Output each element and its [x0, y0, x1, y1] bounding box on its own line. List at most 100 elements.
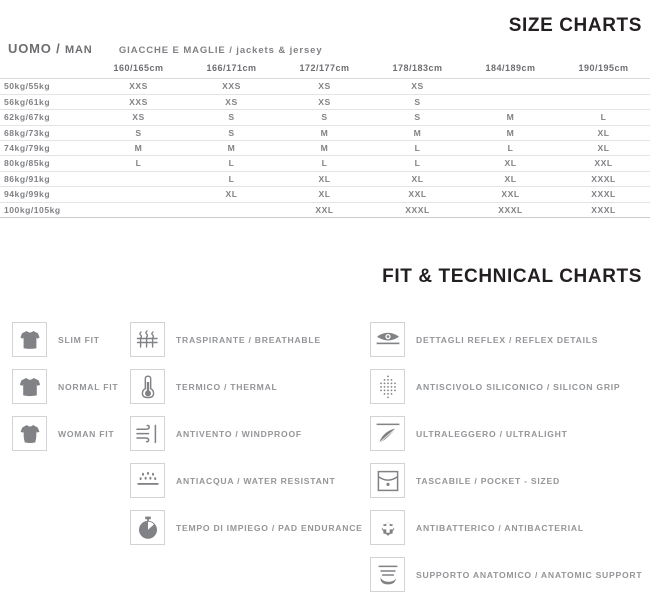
size-table-head: 160/165cm 166/171cm 172/177cm 178/183cm … [0, 61, 650, 80]
anatomic-support-icon [370, 557, 405, 592]
size-cell: S [371, 94, 464, 111]
size-cell: XL [278, 171, 371, 188]
height-column-header: 172/177cm [278, 61, 371, 80]
size-chart-table: 160/165cm 166/171cm 172/177cm 178/183cm … [0, 61, 650, 219]
height-column-header: 190/195cm [557, 61, 650, 80]
size-cell: XXXL [557, 171, 650, 188]
size-cell: XS [92, 109, 185, 126]
category-italian: UOMO [8, 41, 52, 56]
tech-item-label: ANTISCIVOLO SILICONICO / SILICON GRIP [416, 381, 621, 392]
table-row: 56kg/61kg XXS XS XS S [0, 94, 650, 111]
table-row: 68kg/73kg S S M M M XL [0, 125, 650, 142]
size-cell: XXS [185, 78, 278, 95]
size-cell: L [185, 171, 278, 188]
height-column-header: 184/189cm [464, 61, 557, 80]
water-resistant-icon [130, 463, 165, 498]
feather-icon [370, 416, 405, 451]
size-cell: L [371, 155, 464, 172]
table-row: 86kg/91kg L XL XL XL XXXL [0, 171, 650, 188]
size-cell [557, 94, 650, 111]
size-cell: XL [278, 186, 371, 203]
size-charts-title: SIZE CHARTS [508, 15, 642, 36]
size-cell: XXL [278, 202, 371, 219]
size-cell: L [557, 109, 650, 126]
tech-item-label: ANTIBATTERICO / ANTIBACTERIAL [416, 522, 584, 533]
weight-cell: 80kg/85kg [0, 155, 92, 172]
table-row: 74kg/79kg M M M L L XL [0, 140, 650, 157]
table-row: 50kg/55kg XXS XXS XS XS [0, 78, 650, 95]
tech-item-label: TASCABILE / POCKET - SIZED [416, 475, 560, 486]
size-cell: S [185, 109, 278, 126]
size-cell: M [278, 125, 371, 142]
size-chart-page: SIZE CHARTS UOMO / MAN GIACCHE E MAGLIE … [0, 0, 650, 614]
fit-technical-charts-title: FIT & TECHNICAL CHARTS [382, 266, 642, 287]
size-table-header-row: 160/165cm 166/171cm 172/177cm 178/183cm … [0, 61, 650, 80]
size-cell: XL [371, 171, 464, 188]
size-cell: L [185, 155, 278, 172]
size-cell: L [92, 155, 185, 172]
weight-cell: 74kg/79kg [0, 140, 92, 157]
tshirt-woman-icon [12, 416, 47, 451]
fit-item-normal: NORMAL FIT [12, 369, 118, 404]
weight-cell: 68kg/73kg [0, 125, 92, 142]
tshirt-slim-icon [12, 322, 47, 357]
category-separator: / [56, 41, 61, 56]
size-cell [464, 78, 557, 95]
fit-item-label: SLIM FIT [58, 334, 100, 345]
size-table-body: 50kg/55kg XXS XXS XS XS 56kg/61kg XXS XS… [0, 78, 650, 219]
tech-item-label: TEMPO DI IMPIEGO / PAD ENDURANCE [176, 522, 363, 533]
fit-item-woman: WOMAN FIT [12, 416, 114, 451]
tech-item-windproof: ANTIVENTO / WINDPROOF [130, 416, 302, 451]
size-cell: M [464, 125, 557, 142]
size-cell: M [371, 125, 464, 142]
weight-column-header [0, 61, 92, 80]
size-cell: XXXL [557, 202, 650, 219]
size-cell [557, 78, 650, 95]
size-cell [92, 171, 185, 188]
table-row: 94kg/99kg XL XL XXL XXL XXXL [0, 186, 650, 203]
size-cell: XS [278, 94, 371, 111]
size-cell [185, 202, 278, 219]
weight-cell: 56kg/61kg [0, 94, 92, 111]
size-cell: S [185, 125, 278, 142]
size-cell: M [92, 140, 185, 157]
stopwatch-icon [130, 510, 165, 545]
tech-item-antibacterial: ANTIBATTERICO / ANTIBACTERIAL [370, 510, 584, 545]
weight-cell: 100kg/105kg [0, 202, 92, 219]
size-cell: S [92, 125, 185, 142]
tech-item-reflex: DETTAGLI REFLEX / REFLEX DETAILS [370, 322, 598, 357]
size-cell: XS [185, 94, 278, 111]
tech-item-water-resistant: ANTIACQUA / WATER RESISTANT [130, 463, 336, 498]
tech-item-label: DETTAGLI REFLEX / REFLEX DETAILS [416, 334, 599, 345]
size-cell: XL [185, 186, 278, 203]
table-row: 62kg/67kg XS S S S M L [0, 109, 650, 126]
antibacterial-icon [370, 510, 405, 545]
size-cell: M [278, 140, 371, 157]
size-cell: XL [557, 140, 650, 157]
size-cell: S [371, 109, 464, 126]
size-cell: L [464, 140, 557, 157]
silicon-grip-icon [370, 369, 405, 404]
tech-item-anatomic-support: SUPPORTO ANATOMICO / ANATOMIC SUPPORT [370, 557, 642, 592]
size-cell: XL [464, 171, 557, 188]
pocket-icon [370, 463, 405, 498]
tech-item-breathable: TRASPIRANTE / BREATHABLE [130, 322, 321, 357]
fit-item-label: WOMAN FIT [58, 428, 115, 439]
fit-item-slim: SLIM FIT [12, 322, 100, 357]
size-cell: XXL [371, 186, 464, 203]
tech-item-label: ULTRALEGGERO / ULTRALIGHT [416, 428, 568, 439]
category-english: MAN [64, 44, 93, 56]
size-cell: M [464, 109, 557, 126]
tshirt-normal-icon [12, 369, 47, 404]
tech-item-silicon-grip: ANTISCIVOLO SILICONICO / SILICON GRIP [370, 369, 620, 404]
tech-item-pad-endurance: TEMPO DI IMPIEGO / PAD ENDURANCE [130, 510, 363, 545]
weight-cell: 50kg/55kg [0, 78, 92, 95]
size-chart-heading: UOMO / MAN GIACCHE E MAGLIE / jackets & … [8, 40, 323, 58]
subcategory-label: GIACCHE E MAGLIE / jackets & jersey [118, 45, 323, 56]
tech-item-pocket: TASCABILE / POCKET - SIZED [370, 463, 560, 498]
tech-item-label: TRASPIRANTE / BREATHABLE [176, 334, 321, 345]
size-cell [92, 202, 185, 219]
tech-item-label: SUPPORTO ANATOMICO / ANATOMIC SUPPORT [416, 569, 643, 580]
fit-item-label: NORMAL FIT [58, 381, 119, 392]
weight-cell: 94kg/99kg [0, 186, 92, 203]
